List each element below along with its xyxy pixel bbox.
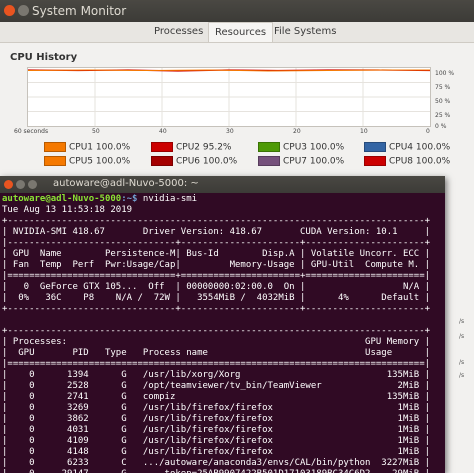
y-tick-label: 50 %: [435, 98, 451, 105]
cpu8-legend: CPU8 100.0%: [364, 156, 450, 168]
x-tick-label: 50: [92, 128, 100, 135]
cpu7-legend: CPU7 100.0%: [258, 156, 344, 168]
cpu3-color-swatch[interactable]: [258, 142, 280, 152]
x-tick-label: 30: [226, 128, 234, 135]
terminal-line: |===============================+=======…: [2, 271, 431, 281]
terminal-titlebar[interactable]: autoware@adl-Nuvo-5000: ~: [0, 176, 445, 193]
minimize-icon[interactable]: [18, 5, 29, 16]
terminal-line: | 0% 36C P8 N/A / 72W | 3554MiB / 4032Mi…: [2, 293, 431, 303]
cpu2-label: CPU2 95.2%: [176, 142, 232, 153]
cpu5-legend: CPU5 100.0%: [44, 156, 130, 168]
terminal-window[interactable]: autoware@adl-Nuvo-5000: ~ autoware@adl-N…: [0, 176, 445, 473]
cpu1-legend: CPU1 100.0%: [44, 142, 130, 154]
y-tick-label: 25 %: [435, 112, 451, 119]
cpu6-label: CPU6 100.0%: [176, 156, 238, 167]
cpu6-legend: CPU6 100.0%: [151, 156, 237, 168]
terminal-line: | 0 3269 G /usr/lib/firefox/firefox 1MiB…: [2, 403, 431, 413]
terminal-line: | 0 2741 G compiz 135MiB |: [2, 392, 431, 402]
cpu8-color-swatch[interactable]: [364, 156, 386, 166]
command-text: nvidia-smi: [137, 194, 198, 204]
background-strip: /s /s /s /s: [445, 176, 474, 473]
terminal-line: | Processes: GPU Memory |: [2, 337, 431, 347]
terminal-line: | NVIDIA-SMI 418.67 Driver Version: 418.…: [2, 227, 431, 237]
minimize-icon[interactable]: [16, 180, 25, 189]
terminal-line: | 0 3862 G /usr/lib/firefox/firefox 1MiB…: [2, 414, 431, 424]
cpu4-legend: CPU4 100.0%: [364, 142, 450, 154]
terminal-output[interactable]: autoware@adl-Nuvo-5000:~$ nvidia-smi Tue…: [2, 194, 443, 473]
terminal-line: | Fan Temp Perf Pwr:Usage/Cap| Memory-Us…: [2, 260, 431, 270]
close-icon[interactable]: [4, 180, 13, 189]
rate-label: /s: [459, 372, 465, 379]
cpu5-label: CPU5 100.0%: [69, 156, 131, 167]
cpu8-label: CPU8 100.0%: [389, 156, 451, 167]
x-tick-label: 10: [360, 128, 368, 135]
y-tick-label: 75 %: [435, 84, 451, 91]
cpu3-legend: CPU3 100.0%: [258, 142, 344, 154]
x-tick-label: 20: [293, 128, 301, 135]
terminal-line: | 0 4031 G /usr/lib/firefox/firefox 1MiB…: [2, 425, 431, 435]
terminal-line: | GPU PID Type Process name Usage |: [2, 348, 431, 358]
terminal-line: | 0 2528 G /opt/teamviewer/tv_bin/TeamVi…: [2, 381, 431, 391]
maximize-icon[interactable]: [28, 180, 37, 189]
cpu3-label: CPU3 100.0%: [283, 142, 345, 153]
close-icon[interactable]: [4, 5, 15, 16]
tab-resources[interactable]: Resources: [208, 22, 274, 42]
terminal-title: autoware@adl-Nuvo-5000: ~: [53, 178, 199, 189]
terminal-line: | 0 29147 G ...-token=25AB9907422B501D17…: [2, 469, 430, 473]
y-tick-label: 100 %: [435, 70, 455, 77]
terminal-line: | 0 6233 C .../autoware/anaconda3/envs/C…: [2, 458, 431, 468]
cpu5-color-swatch[interactable]: [44, 156, 66, 166]
terminal-line: Tue Aug 13 11:53:18 2019: [2, 205, 133, 215]
window-title: System Monitor: [32, 4, 127, 18]
cpu-graph-svg: [27, 68, 431, 126]
cpu2-legend: CPU2 95.2%: [151, 142, 231, 154]
terminal-line: | 0 4109 G /usr/lib/firefox/firefox 1MiB…: [2, 436, 431, 446]
x-tick-label: 40: [159, 128, 167, 135]
cpu1-label: CPU1 100.0%: [69, 142, 131, 153]
x-tick-label: 60 seconds: [14, 128, 49, 135]
tab-file-systems[interactable]: File Systems: [268, 24, 342, 39]
cpu6-color-swatch[interactable]: [151, 156, 173, 166]
cpu-history-title: CPU History: [10, 52, 78, 63]
system-monitor-titlebar[interactable]: System Monitor: [0, 0, 474, 22]
terminal-line: | 0 1394 G /usr/lib/xorg/Xorg 135MiB |: [2, 370, 431, 380]
tab-bar: Processes Resources File Systems: [0, 22, 474, 43]
cpu1-color-swatch[interactable]: [44, 142, 66, 152]
rate-label: /s: [459, 333, 465, 340]
cpu4-color-swatch[interactable]: [364, 142, 386, 152]
terminal-line: +---------------------------------------…: [2, 216, 431, 226]
cpu-history-graph: [27, 67, 431, 127]
terminal-line: |=======================================…: [2, 359, 431, 369]
cpu2-color-swatch[interactable]: [151, 142, 173, 152]
cpu7-color-swatch[interactable]: [258, 156, 280, 166]
tab-processes[interactable]: Processes: [148, 24, 209, 39]
terminal-line: | GPU Name Persistence-M| Bus-Id Disp.A …: [2, 249, 431, 259]
prompt-user: autoware@adl-Nuvo-5000: [2, 194, 122, 204]
cpu7-label: CPU7 100.0%: [283, 156, 345, 167]
terminal-line: | 0 4148 G /usr/lib/firefox/firefox 1MiB…: [2, 447, 431, 457]
terminal-line: | 0 GeForce GTX 105... Off | 00000000:02…: [2, 282, 431, 292]
y-tick-label: 0 %: [435, 123, 447, 130]
rate-label: /s: [459, 318, 465, 325]
terminal-line: +-------------------------------+-------…: [2, 304, 431, 314]
rate-label: /s: [459, 359, 465, 366]
prompt-path: :~$: [121, 194, 138, 204]
terminal-line: +---------------------------------------…: [2, 326, 431, 336]
terminal-line: |-------------------------------+-------…: [2, 238, 431, 248]
prompt-line: autoware@adl-Nuvo-5000:~$ nvidia-smi: [2, 194, 197, 205]
cpu4-label: CPU4 100.0%: [389, 142, 451, 153]
x-tick-label: 0: [426, 128, 430, 135]
